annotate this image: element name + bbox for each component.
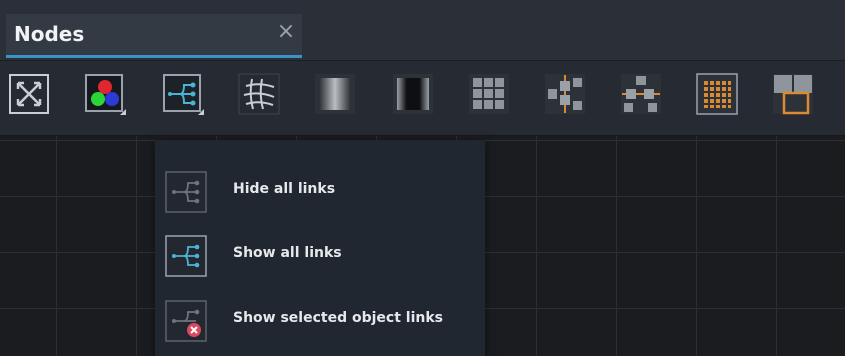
dark-gradient-box-icon	[393, 74, 433, 114]
dark-gradient-box-button[interactable]	[392, 73, 434, 115]
selected-links-icon	[165, 300, 207, 342]
links-icon	[163, 74, 204, 115]
tab-title: Nodes	[14, 22, 85, 46]
vertical-layout-icon	[621, 74, 661, 114]
links-dropdown-menu: Hide all links Show all links Show selec…	[155, 140, 485, 356]
gradient-box-button[interactable]	[314, 73, 356, 115]
menu-item-label: Show all links	[233, 245, 342, 261]
grid-layout-button[interactable]	[468, 73, 510, 115]
nodes-toolbar	[0, 60, 845, 136]
dot-matrix-button[interactable]	[696, 73, 738, 115]
vertical-layout-button[interactable]	[620, 73, 662, 115]
grid-layout-icon	[469, 74, 509, 114]
panel-tab-bar: Nodes ×	[0, 0, 845, 60]
grid-warp-button[interactable]	[238, 73, 280, 115]
horizontal-layout-button[interactable]	[544, 73, 586, 115]
menu-item-label: Show selected object links	[233, 310, 443, 326]
group-frame-icon	[773, 74, 813, 115]
fit-view-icon	[9, 74, 49, 114]
dot-matrix-icon	[696, 73, 738, 115]
horizontal-layout-icon	[545, 74, 585, 114]
menu-item-show-selected-object-links[interactable]: Show selected object links	[155, 288, 485, 348]
menu-item-show-all-links[interactable]: Show all links	[155, 223, 485, 283]
grid-warp-icon	[238, 73, 280, 115]
fit-view-button[interactable]	[8, 73, 50, 115]
links-button[interactable]	[162, 73, 204, 115]
show-links-icon	[165, 235, 207, 277]
menu-item-hide-all-links[interactable]: Hide all links	[155, 159, 485, 219]
color-nodes-icon	[85, 74, 126, 115]
hide-links-icon	[165, 171, 207, 213]
gradient-box-icon	[315, 74, 355, 114]
color-nodes-button[interactable]	[84, 73, 126, 115]
tab-nodes[interactable]: Nodes ×	[6, 14, 302, 58]
close-icon[interactable]: ×	[274, 20, 298, 44]
menu-item-label: Hide all links	[233, 181, 336, 197]
group-frame-button[interactable]	[772, 73, 814, 115]
